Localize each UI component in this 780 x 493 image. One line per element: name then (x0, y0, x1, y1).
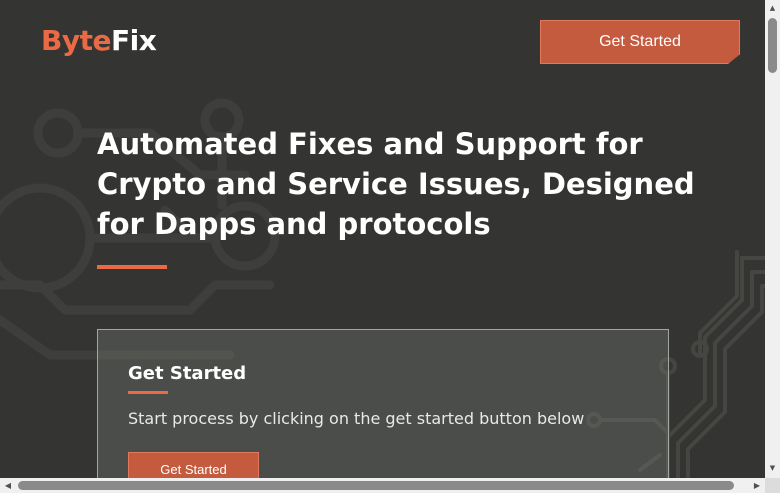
header-get-started-button[interactable]: Get Started (540, 20, 740, 64)
horizontal-scrollbar[interactable]: ◀ ▶ (0, 478, 765, 493)
vertical-scrollbar[interactable]: ▲ ▼ (765, 0, 780, 478)
scroll-down-arrow-icon[interactable]: ▼ (765, 462, 780, 474)
scroll-right-arrow-icon[interactable]: ▶ (751, 478, 763, 493)
scrollbar-corner (765, 478, 780, 493)
scroll-left-arrow-icon[interactable]: ◀ (2, 478, 14, 493)
card-title-underline (128, 391, 168, 394)
card-title: Get Started (128, 363, 247, 384)
card-get-started-button[interactable]: Get Started (128, 452, 259, 478)
page-viewport: ByteFix Get Started Automated Fixes and … (0, 0, 765, 478)
horizontal-scroll-thumb[interactable] (18, 481, 734, 490)
get-started-card: Get Started Start process by clicking on… (97, 329, 669, 478)
vertical-scroll-thumb[interactable] (768, 18, 777, 73)
hero-title: Automated Fixes and Support for Crypto a… (97, 127, 695, 241)
logo-fix-text: Fix (110, 24, 157, 57)
hero-title-underline (97, 265, 167, 269)
brand-logo[interactable]: ByteFix (41, 24, 157, 57)
scroll-up-arrow-icon[interactable]: ▲ (765, 2, 780, 14)
card-description: Start process by clicking on the get sta… (128, 409, 585, 428)
logo-byte-text: Byte (41, 24, 111, 57)
